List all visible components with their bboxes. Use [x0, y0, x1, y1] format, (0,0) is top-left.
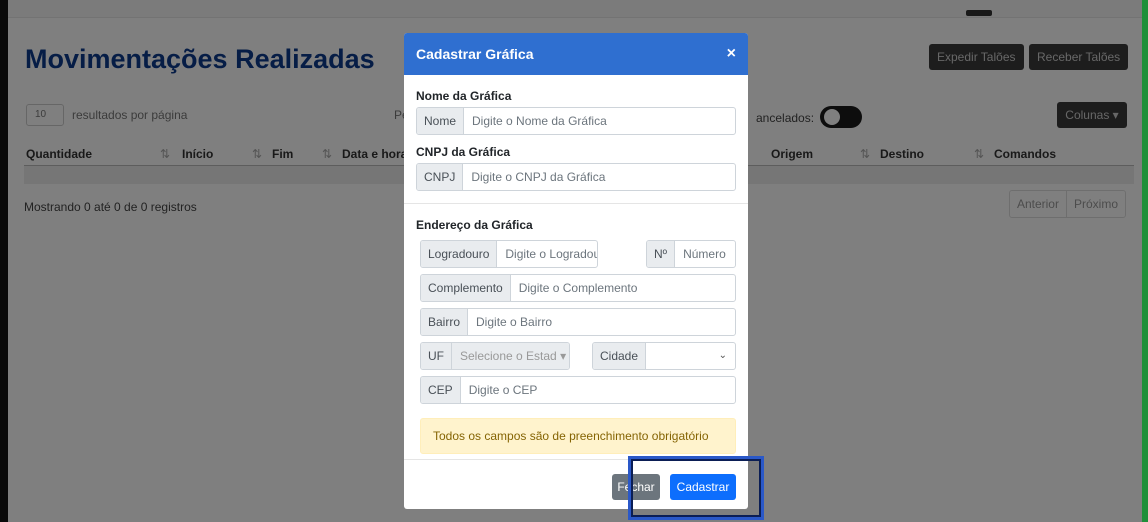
endereco-fields: Logradouro Digite o Logradouro Nº Número… [416, 240, 736, 454]
numero-input[interactable]: Número [675, 241, 735, 267]
modal-title: Cadastrar Gráfica [416, 46, 534, 62]
uf-input-group: UF Selecione o Estad ▾ [420, 342, 570, 370]
uf-select-text: Selecione o Estad [460, 349, 557, 363]
uf-cidade-row: UF Selecione o Estad ▾ Cidade ⌄ [420, 342, 736, 370]
complemento-input[interactable]: Digite o Complemento [511, 275, 735, 301]
close-icon[interactable]: × [727, 45, 736, 63]
cep-input-group: CEP Digite o CEP [420, 376, 736, 404]
endereco-section-label: Endereço da Gráfica [416, 218, 533, 232]
complemento-input-group: Complemento Digite o Complemento [420, 274, 736, 302]
divider [404, 203, 748, 204]
uf-select[interactable]: Selecione o Estad ▾ [452, 343, 569, 369]
complemento-addon: Complemento [421, 275, 511, 301]
cadastrar-grafica-modal: Cadastrar Gráfica × Nome da Gráfica Nome… [404, 33, 748, 509]
numero-addon: Nº [647, 241, 676, 267]
nome-section-label: Nome da Gráfica [416, 89, 512, 103]
logradouro-addon: Logradouro [421, 241, 498, 267]
logradouro-row: Logradouro Digite o Logradouro Nº Número [420, 240, 736, 268]
cnpj-section-label: CNPJ da Gráfica [416, 145, 511, 159]
bairro-input[interactable]: Digite o Bairro [468, 309, 735, 335]
cnpj-addon: CNPJ [417, 164, 464, 190]
modal-body: Nome da Gráfica Nome Digite o Nome da Gr… [404, 75, 748, 454]
nome-addon: Nome [417, 108, 465, 134]
numero-input-group: Nº Número [646, 240, 736, 268]
chevron-down-icon[interactable]: ⌄ [719, 343, 735, 369]
highlight-box [628, 456, 764, 520]
bairro-addon: Bairro [421, 309, 469, 335]
nome-input-group: Nome Digite o Nome da Gráfica [416, 107, 736, 135]
modal-header: Cadastrar Gráfica × [404, 33, 748, 75]
bairro-input-group: Bairro Digite o Bairro [420, 308, 736, 336]
logradouro-input-group: Logradouro Digite o Logradouro [420, 240, 598, 268]
cnpj-input-group: CNPJ Digite o CNPJ da Gráfica [416, 163, 736, 191]
cep-addon: CEP [421, 377, 461, 403]
cidade-select[interactable] [646, 343, 719, 369]
green-edge [1142, 0, 1148, 522]
cnpj-input[interactable]: Digite o CNPJ da Gráfica [463, 164, 735, 190]
uf-addon: UF [421, 343, 452, 369]
cep-input[interactable]: Digite o CEP [461, 377, 735, 403]
required-alert: Todos os campos são de preenchimento obr… [420, 418, 736, 454]
logradouro-input[interactable]: Digite o Logradouro [497, 241, 597, 267]
chevron-down-icon: ▾ [560, 349, 567, 363]
cidade-input-group: Cidade ⌄ [592, 342, 736, 370]
cidade-addon: Cidade [593, 343, 647, 369]
nome-input[interactable]: Digite o Nome da Gráfica [464, 108, 735, 134]
